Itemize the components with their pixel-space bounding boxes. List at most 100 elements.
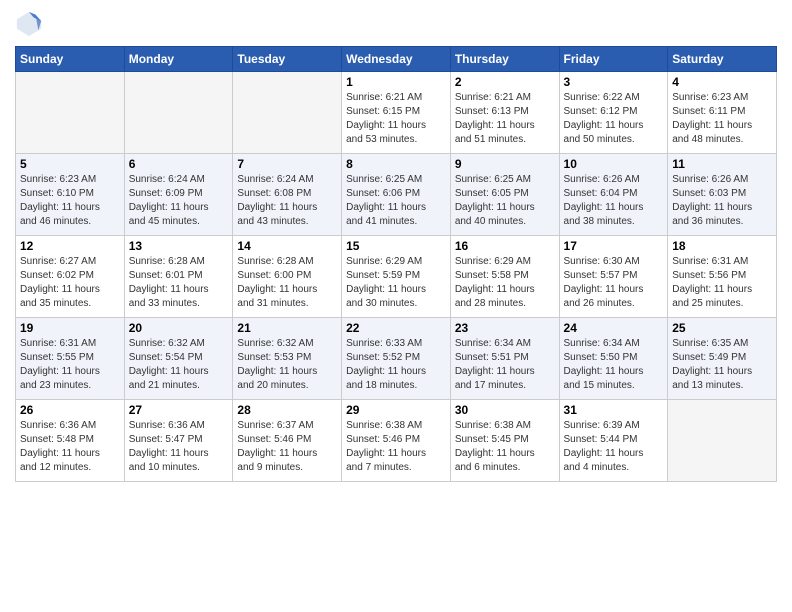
day-number: 3 [564,75,664,89]
day-info: Sunrise: 6:21 AM Sunset: 6:15 PM Dayligh… [346,91,446,147]
day-number: 4 [672,75,772,89]
calendar-cell: 28Sunrise: 6:37 AM Sunset: 5:46 PM Dayli… [233,400,342,482]
day-number: 13 [129,239,229,253]
day-number: 26 [20,403,120,417]
day-info: Sunrise: 6:28 AM Sunset: 6:00 PM Dayligh… [237,255,337,311]
weekday-header-saturday: Saturday [668,47,777,72]
day-info: Sunrise: 6:27 AM Sunset: 6:02 PM Dayligh… [20,255,120,311]
day-number: 29 [346,403,446,417]
calendar-cell: 20 Sunrise: 6:32 AM Sunset: 5:54 PM Dayli… [124,318,233,400]
day-info: Sunrise: 6:33 AM Sunset: 5:52 PM Dayligh… [346,337,446,393]
day-number: 15 [346,239,446,253]
calendar-cell: 27 Sunrise: 6:36 AM Sunset: 5:47 PM Dayli… [124,400,233,482]
week-row-3: 12 Sunrise: 6:27 AM Sunset: 6:02 PM Dayli… [16,236,777,318]
calendar-cell: 21Sunrise: 6:32 AM Sunset: 5:53 PM Dayli… [233,318,342,400]
calendar-cell [124,72,233,154]
calendar-cell: 16Sunrise: 6:29 AM Sunset: 5:58 PM Dayli… [450,236,559,318]
day-info: Sunrise: 6:25 AM Sunset: 6:05 PM Dayligh… [455,173,555,229]
day-number: 19 [20,321,120,335]
day-number: 8 [346,157,446,171]
calendar-cell: 8 Sunrise: 6:25 AM Sunset: 6:06 PM Daylig… [342,154,451,236]
day-number: 20 [129,321,229,335]
calendar-cell: 9Sunrise: 6:25 AM Sunset: 6:05 PM Daylig… [450,154,559,236]
day-info: Sunrise: 6:23 AM Sunset: 6:11 PM Dayligh… [672,91,772,147]
day-info: Sunrise: 6:32 AM Sunset: 5:54 PM Dayligh… [129,337,229,393]
day-number: 11 [672,157,772,171]
day-info: Sunrise: 6:39 AM Sunset: 5:44 PM Dayligh… [564,419,664,475]
day-info: Sunrise: 6:29 AM Sunset: 5:58 PM Dayligh… [455,255,555,311]
day-info: Sunrise: 6:34 AM Sunset: 5:51 PM Dayligh… [455,337,555,393]
weekday-header-wednesday: Wednesday [342,47,451,72]
day-info: Sunrise: 6:23 AM Sunset: 6:10 PM Dayligh… [20,173,120,229]
calendar-cell [233,72,342,154]
calendar-cell: 26Sunrise: 6:36 AM Sunset: 5:48 PM Dayli… [16,400,125,482]
day-number: 23 [455,321,555,335]
day-info: Sunrise: 6:31 AM Sunset: 5:55 PM Dayligh… [20,337,120,393]
day-info: Sunrise: 6:22 AM Sunset: 6:12 PM Dayligh… [564,91,664,147]
calendar-cell: 15 Sunrise: 6:29 AM Sunset: 5:59 PM Dayli… [342,236,451,318]
calendar-cell: 5 Sunrise: 6:23 AM Sunset: 6:10 PM Daylig… [16,154,125,236]
day-number: 28 [237,403,337,417]
day-info: Sunrise: 6:36 AM Sunset: 5:47 PM Dayligh… [129,419,229,475]
calendar-cell: 7 Sunrise: 6:24 AM Sunset: 6:08 PM Daylig… [233,154,342,236]
weekday-header-sunday: Sunday [16,47,125,72]
logo [15,10,47,38]
week-row-2: 5 Sunrise: 6:23 AM Sunset: 6:10 PM Daylig… [16,154,777,236]
day-number: 24 [564,321,664,335]
calendar-cell: 1Sunrise: 6:21 AM Sunset: 6:15 PM Daylig… [342,72,451,154]
day-info: Sunrise: 6:25 AM Sunset: 6:06 PM Dayligh… [346,173,446,229]
calendar-cell: 25 Sunrise: 6:35 AM Sunset: 5:49 PM Dayli… [668,318,777,400]
day-info: Sunrise: 6:26 AM Sunset: 6:03 PM Dayligh… [672,173,772,229]
weekday-header-friday: Friday [559,47,668,72]
day-number: 2 [455,75,555,89]
calendar-cell: 11 Sunrise: 6:26 AM Sunset: 6:03 PM Dayli… [668,154,777,236]
calendar-cell: 23 Sunrise: 6:34 AM Sunset: 5:51 PM Dayli… [450,318,559,400]
weekday-header-thursday: Thursday [450,47,559,72]
week-row-1: 1Sunrise: 6:21 AM Sunset: 6:15 PM Daylig… [16,72,777,154]
calendar-cell: 10 Sunrise: 6:26 AM Sunset: 6:04 PM Dayli… [559,154,668,236]
weekday-header-monday: Monday [124,47,233,72]
calendar-cell: 18 Sunrise: 6:31 AM Sunset: 5:56 PM Dayli… [668,236,777,318]
calendar-cell: 19 Sunrise: 6:31 AM Sunset: 5:55 PM Dayli… [16,318,125,400]
day-info: Sunrise: 6:24 AM Sunset: 6:08 PM Dayligh… [237,173,337,229]
day-info: Sunrise: 6:38 AM Sunset: 5:46 PM Dayligh… [346,419,446,475]
calendar-cell: 3 Sunrise: 6:22 AM Sunset: 6:12 PM Daylig… [559,72,668,154]
calendar-cell: 2 Sunrise: 6:21 AM Sunset: 6:13 PM Daylig… [450,72,559,154]
calendar-cell: 12 Sunrise: 6:27 AM Sunset: 6:02 PM Dayli… [16,236,125,318]
day-info: Sunrise: 6:31 AM Sunset: 5:56 PM Dayligh… [672,255,772,311]
day-number: 5 [20,157,120,171]
calendar-cell: 4 Sunrise: 6:23 AM Sunset: 6:11 PM Daylig… [668,72,777,154]
calendar-cell: 14 Sunrise: 6:28 AM Sunset: 6:00 PM Dayli… [233,236,342,318]
calendar-table: SundayMondayTuesdayWednesdayThursdayFrid… [15,46,777,482]
day-info: Sunrise: 6:26 AM Sunset: 6:04 PM Dayligh… [564,173,664,229]
calendar-cell: 17Sunrise: 6:30 AM Sunset: 5:57 PM Dayli… [559,236,668,318]
calendar-cell: 24Sunrise: 6:34 AM Sunset: 5:50 PM Dayli… [559,318,668,400]
calendar-cell: 30Sunrise: 6:38 AM Sunset: 5:45 PM Dayli… [450,400,559,482]
day-number: 12 [20,239,120,253]
calendar-cell: 31Sunrise: 6:39 AM Sunset: 5:44 PM Dayli… [559,400,668,482]
day-number: 10 [564,157,664,171]
day-info: Sunrise: 6:35 AM Sunset: 5:49 PM Dayligh… [672,337,772,393]
day-info: Sunrise: 6:24 AM Sunset: 6:09 PM Dayligh… [129,173,229,229]
day-number: 17 [564,239,664,253]
calendar-cell: 29 Sunrise: 6:38 AM Sunset: 5:46 PM Dayli… [342,400,451,482]
day-number: 27 [129,403,229,417]
day-number: 18 [672,239,772,253]
week-row-5: 26Sunrise: 6:36 AM Sunset: 5:48 PM Dayli… [16,400,777,482]
day-info: Sunrise: 6:29 AM Sunset: 5:59 PM Dayligh… [346,255,446,311]
day-number: 14 [237,239,337,253]
day-number: 7 [237,157,337,171]
day-info: Sunrise: 6:38 AM Sunset: 5:45 PM Dayligh… [455,419,555,475]
calendar-cell: 13 Sunrise: 6:28 AM Sunset: 6:01 PM Dayli… [124,236,233,318]
day-number: 6 [129,157,229,171]
day-number: 25 [672,321,772,335]
weekday-header-row: SundayMondayTuesdayWednesdayThursdayFrid… [16,47,777,72]
week-row-4: 19 Sunrise: 6:31 AM Sunset: 5:55 PM Dayli… [16,318,777,400]
calendar-cell: 6 Sunrise: 6:24 AM Sunset: 6:09 PM Daylig… [124,154,233,236]
weekday-header-tuesday: Tuesday [233,47,342,72]
day-info: Sunrise: 6:28 AM Sunset: 6:01 PM Dayligh… [129,255,229,311]
calendar-cell: 22Sunrise: 6:33 AM Sunset: 5:52 PM Dayli… [342,318,451,400]
calendar-cell [668,400,777,482]
header [15,10,777,38]
day-info: Sunrise: 6:21 AM Sunset: 6:13 PM Dayligh… [455,91,555,147]
